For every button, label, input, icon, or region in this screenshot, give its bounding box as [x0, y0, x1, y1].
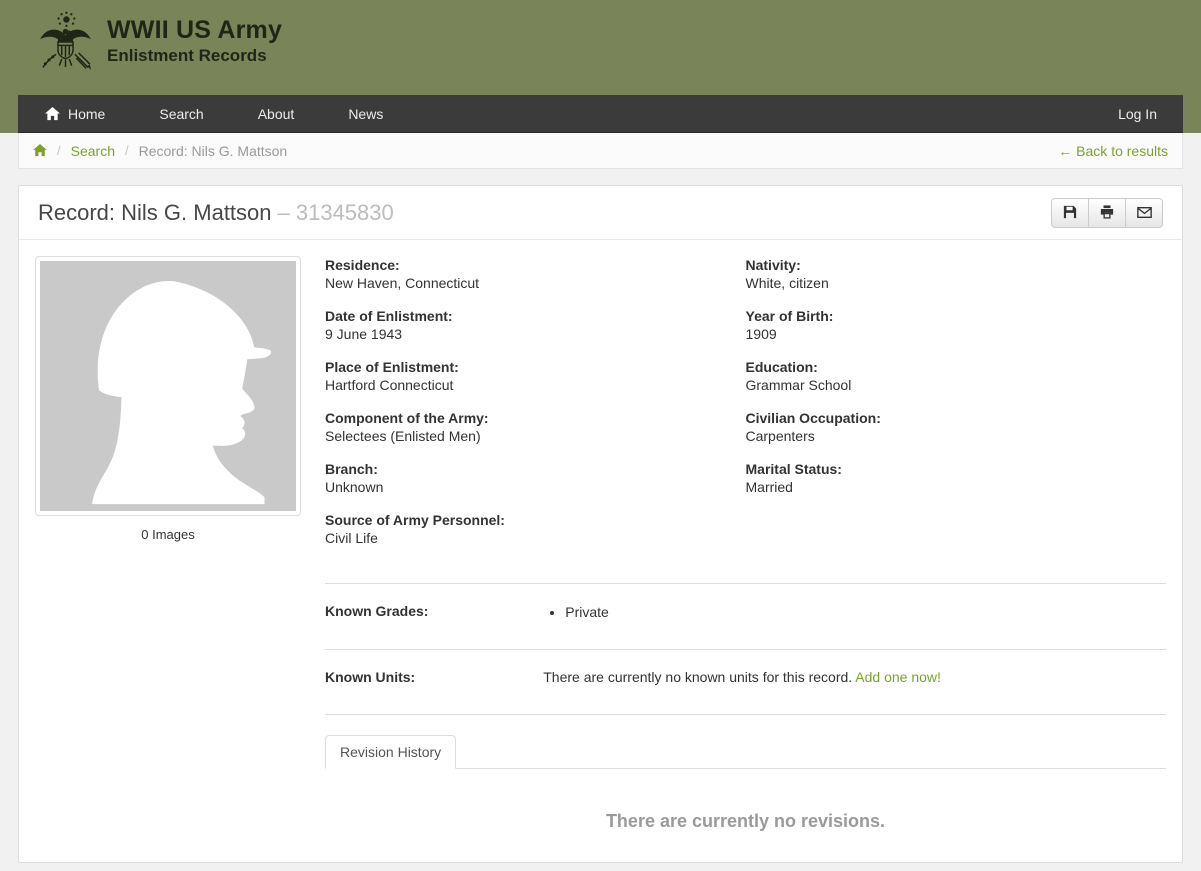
save-button[interactable]	[1051, 198, 1089, 228]
field-value: Hartford Connecticut	[325, 377, 454, 393]
breadcrumb: / Search / Record: Nils G. Mattson	[33, 143, 287, 159]
record-details: Residence: New Haven, Connecticut Date o…	[325, 256, 1166, 862]
tabs-bar: Revision History	[325, 735, 1166, 769]
field-value: Selectees (Enlisted Men)	[325, 428, 481, 444]
print-button[interactable]	[1088, 198, 1126, 228]
field-value: Married	[745, 479, 793, 495]
breadcrumb-separator: /	[124, 143, 129, 158]
field-place-of-enlistment: Place of Enlistment: Hartford Connecticu…	[325, 358, 736, 394]
revision-history-panel: There are currently no revisions.	[325, 769, 1166, 862]
field-civilian-occupation: Civilian Occupation: Carpenters	[746, 409, 1157, 445]
nav-item-label: About	[257, 105, 295, 122]
grade-item: Private	[565, 603, 1166, 621]
nav-item-label: Search	[159, 105, 204, 122]
army-seal-icon	[37, 11, 94, 75]
field-label: Date of Enlistment:	[325, 308, 453, 324]
soldier-silhouette-icon	[92, 280, 272, 505]
known-units-label: Known Units:	[325, 669, 416, 685]
nav-item-home[interactable]: Home	[18, 95, 132, 132]
field-value: New Haven, Connecticut	[325, 275, 480, 291]
known-units-empty-text: There are currently no known units for t…	[543, 669, 853, 685]
known-grades-content: Private	[535, 603, 1166, 621]
nav-item-about[interactable]: About	[231, 95, 322, 132]
email-icon	[1136, 206, 1152, 221]
breadcrumb-bar: / Search / Record: Nils G. Mattson ← Bac…	[18, 133, 1183, 169]
fields-grid: Residence: New Haven, Connecticut Date o…	[325, 256, 1166, 562]
email-button[interactable]	[1125, 198, 1163, 228]
field-education: Education: Grammar School	[746, 358, 1157, 394]
known-grades-label: Known Grades:	[325, 603, 429, 619]
record-card-body: 0 Images Residence: New Haven, Connectic…	[19, 240, 1182, 862]
fields-column-right: Nativity: White, citizen Year of Birth: …	[746, 256, 1167, 562]
field-label: Nativity:	[745, 257, 801, 273]
field-marital-status: Marital Status: Married	[746, 460, 1157, 496]
back-to-results-link[interactable]: ← Back to results	[1058, 143, 1168, 159]
brand-subtitle: Enlistment Records	[107, 46, 267, 65]
add-unit-link[interactable]: Add one now!	[855, 669, 941, 685]
field-value: 9 June 1943	[325, 326, 403, 342]
nav-item-news[interactable]: News	[321, 95, 410, 132]
field-value: Carpenters	[745, 428, 815, 444]
field-label: Marital Status:	[745, 461, 842, 477]
field-label: Component of the Army:	[325, 410, 489, 426]
brand-link[interactable]: WWII US Army Enlistment Records	[0, 0, 1201, 95]
breadcrumb-current: Record: Nils G. Mattson	[138, 142, 288, 159]
brand-title: WWII US Army	[107, 16, 283, 44]
field-source-of-army-personnel: Source of Army Personnel: Civil Life	[325, 511, 736, 547]
soldier-silhouette-placeholder	[40, 261, 296, 511]
field-year-of-birth: Year of Birth: 1909	[746, 307, 1157, 343]
fields-column-left: Residence: New Haven, Connecticut Date o…	[325, 256, 746, 562]
image-column: 0 Images	[35, 256, 301, 862]
known-units-content: There are currently no known units for t…	[535, 669, 1166, 685]
home-icon[interactable]	[33, 144, 47, 157]
field-label: Residence:	[325, 257, 400, 273]
field-label: Place of Enlistment:	[325, 359, 459, 375]
field-value: Civil Life	[325, 530, 378, 546]
field-residence: Residence: New Haven, Connecticut	[325, 256, 736, 292]
field-label: Branch:	[325, 461, 378, 477]
field-component-of-the-army: Component of the Army: Selectees (Enlist…	[325, 409, 736, 445]
record-photo-thumbnail	[35, 256, 301, 516]
page-title: Record: Nils G. Mattson – 31345830	[38, 200, 394, 226]
home-icon	[45, 106, 60, 121]
field-label: Source of Army Personnel:	[325, 512, 505, 528]
known-units-row: Known Units: There are currently no know…	[325, 650, 1166, 714]
grades-list: Private	[543, 603, 1166, 621]
nav-item-label: Home	[68, 105, 106, 122]
field-date-of-enlistment: Date of Enlistment: 9 June 1943	[325, 307, 736, 343]
login-link[interactable]: Log In	[1092, 95, 1183, 132]
nav-menu: Home Search About News	[18, 95, 410, 132]
save-icon	[1063, 205, 1077, 222]
main-navbar: Home Search About News Log In	[18, 95, 1183, 133]
field-label: Education:	[745, 359, 818, 375]
field-value: White, citizen	[745, 275, 829, 291]
breadcrumb-separator: /	[57, 143, 61, 158]
breadcrumb-search-link[interactable]: Search	[71, 143, 115, 159]
record-card-header: Record: Nils G. Mattson – 31345830	[19, 186, 1182, 240]
record-title: Record: Nils G. Mattson	[38, 200, 272, 225]
record-serial: – 31345830	[277, 200, 394, 225]
image-count-caption: 0 Images	[141, 527, 195, 542]
nav-item-search[interactable]: Search	[132, 95, 230, 132]
brand-text: WWII US Army Enlistment Records	[107, 11, 283, 66]
nav-item-label: News	[348, 105, 384, 122]
divider	[325, 714, 1166, 715]
record-card: Record: Nils G. Mattson – 31345830 0 Ima…	[18, 185, 1183, 863]
known-grades-row: Known Grades: Private	[325, 584, 1166, 649]
field-label: Civilian Occupation:	[745, 410, 881, 426]
field-branch: Branch: Unknown	[325, 460, 736, 496]
record-actions	[1051, 198, 1163, 228]
field-nativity: Nativity: White, citizen	[746, 256, 1157, 292]
field-value: 1909	[745, 326, 777, 342]
field-label: Year of Birth:	[745, 308, 834, 324]
tab-revision-history[interactable]: Revision History	[325, 735, 457, 769]
field-value: Grammar School	[745, 377, 852, 393]
field-value: Unknown	[325, 479, 384, 495]
print-icon	[1100, 204, 1114, 222]
revisions-empty-message: There are currently no revisions.	[605, 811, 886, 831]
site-header: WWII US Army Enlistment Records Home Sea…	[0, 0, 1201, 133]
